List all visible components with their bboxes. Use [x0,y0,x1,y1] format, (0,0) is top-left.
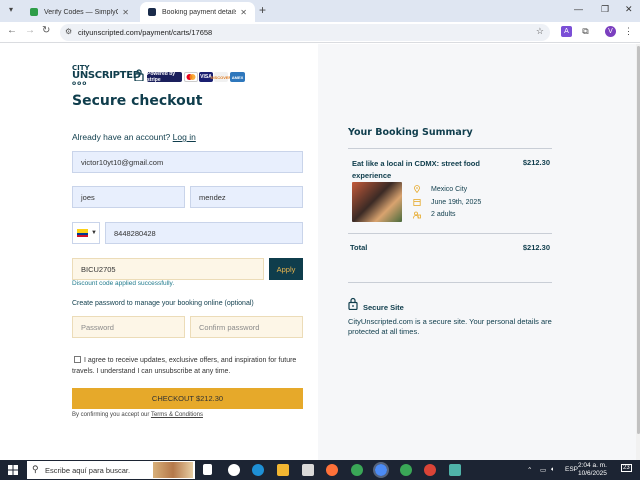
terms-notice: By confirming you accept our Terms & Con… [72,412,203,418]
close-tab-icon[interactable]: ✕ [122,8,129,17]
tour-location: Mexico City [431,186,468,193]
marketing-consent-checkbox[interactable] [74,356,81,363]
country-code-select[interactable]: ▼ [72,222,100,244]
bookmark-star-icon[interactable]: ☆ [536,26,544,37]
checkout-panel: CITY UNSCRIPTED ooo Powered by stripe VI… [0,44,318,460]
mastercard-icon [184,72,198,82]
password-field[interactable]: Password [72,316,185,338]
search-icon: ⚲ [32,464,39,474]
amex-icon: AMEX [230,72,245,82]
tab-title: Booking payment details - City [162,8,237,16]
total-divider [348,233,552,234]
menu-kebab-icon[interactable]: ⋮ [623,26,634,37]
first-name-field[interactable]: joes [72,186,185,208]
chevron-down-icon: ▼ [91,230,97,236]
terms-link[interactable]: Terms & Conditions [151,412,203,418]
tour-date: June 19th, 2025 [431,199,482,206]
notification-center-icon[interactable]: 23 [621,464,632,472]
page-scrollbar[interactable] [636,44,640,460]
tour-guests: 2 adults [431,211,456,218]
store-icon[interactable] [302,464,314,476]
confirm-password-field[interactable]: Confirm password [190,316,303,338]
clock[interactable]: 2:04 a. m. 10/6/2025 [578,462,607,478]
cityunscripted-favicon-icon [148,8,156,16]
colombia-flag-icon [77,229,88,237]
taskbar: ⚲ Escribe aquí para buscar. ⌃ ▭ 🔈︎ ESP 2… [0,460,640,480]
language-indicator[interactable]: ESP [565,466,578,473]
last-name-field[interactable]: mendez [190,186,303,208]
media-player-icon[interactable] [228,464,240,476]
volume-icon[interactable]: 🔈︎ [551,466,555,474]
chrome-profile-icon[interactable] [400,464,412,476]
page-content: CITY UNSCRIPTED ooo Powered by stripe VI… [0,44,640,460]
total-price: $212.30 [522,243,550,252]
tab-cityunscripted[interactable]: Booking payment details - City ✕ [140,2,255,22]
url-text: cityunscripted.com/payment/carts/17658 [78,28,213,37]
show-hidden-icons[interactable]: ⌃ [527,466,532,474]
edge-icon[interactable] [252,464,264,476]
password-label: Create password to manage your booking o… [72,300,254,307]
phone-field[interactable]: 8448280428 [105,222,303,244]
calendar-icon [413,199,421,206]
secure-site-title: Secure Site [363,303,404,312]
task-view-icon[interactable] [203,464,212,475]
apply-coupon-button[interactable]: Apply [269,258,303,280]
tab-search-icon[interactable]: ▾ [5,5,17,17]
stripe-badge: Powered by stripe [147,71,182,83]
tour-name: Eat like a local in CDMX: street food ex… [352,159,480,180]
tab-simplycodes[interactable]: Verify Codes — SimplyCodes ✕ [22,2,137,22]
file-explorer-icon[interactable] [277,464,289,476]
summary-divider [348,148,552,149]
browser-toolbar: ← → ↻ ⚙ cityunscripted.com/payment/carts… [0,22,640,43]
taskbar-search[interactable]: ⚲ Escribe aquí para buscar. [27,461,195,479]
login-link[interactable]: Log in [173,132,196,142]
extension-icon[interactable]: A [561,26,572,37]
profile-avatar[interactable]: V [605,26,616,37]
page-title: Secure checkout [72,93,203,109]
taskbar-search-placeholder: Escribe aquí para buscar. [45,465,131,475]
windows-start-icon[interactable] [8,465,18,475]
network-icon[interactable]: ▭ [540,466,546,474]
secure-site-text: CityUnscripted.com is a secure site. You… [348,317,552,336]
extensions-puzzle-icon[interactable]: ⧉ [580,26,591,37]
forward-icon[interactable]: → [25,25,35,36]
guests-icon [413,211,421,219]
back-icon[interactable]: ← [7,25,17,36]
tour-photo [352,182,402,222]
reload-icon[interactable]: ↻ [42,25,50,36]
coupon-field[interactable]: BICU2705 [72,258,264,280]
restore-icon[interactable]: ❐ [601,4,609,15]
simplycodes-favicon-icon [30,8,38,16]
email-field[interactable]: victor10yt10@gmail.com [72,151,303,173]
search-highlight-image [153,462,193,478]
chrome-active-icon[interactable] [373,462,389,478]
tab-title: Verify Codes — SimplyCodes [44,8,119,16]
address-bar[interactable]: ⚙ cityunscripted.com/payment/carts/17658… [60,24,550,41]
close-tab-icon[interactable]: ✕ [240,8,247,17]
minimize-icon[interactable]: — [574,4,583,14]
tour-price: $212.30 [522,158,550,167]
firefox-icon[interactable] [326,464,338,476]
lock-icon [134,69,144,81]
chrome-alt-icon[interactable] [424,464,436,476]
new-tab-icon[interactable]: + [259,3,266,17]
chrome-icon[interactable] [351,464,363,476]
account-prompt: Already have an account? Log in [72,132,196,142]
city-unscripted-logo[interactable]: CITY UNSCRIPTED ooo [72,64,141,88]
secure-lock-icon [348,297,358,310]
close-window-icon[interactable]: ✕ [625,4,633,15]
booking-summary-panel [318,44,636,460]
checkout-button[interactable]: CHECKOUT $212.30 [72,388,303,409]
total-label: Total [350,243,368,252]
tab-strip: ▾ Verify Codes — SimplyCodes ✕ Booking p… [0,0,640,22]
marketing-consent-text: I agree to receive updates, exclusive of… [72,357,297,375]
site-info-icon[interactable]: ⚙ [65,27,72,36]
app-icon[interactable] [449,464,461,476]
discover-icon: DISCOVER [211,72,231,82]
discount-success-message: Discount code applied successfully. [72,280,175,287]
summary-title: Your Booking Summary [348,127,473,138]
location-pin-icon [414,185,420,193]
secure-divider [348,282,552,283]
